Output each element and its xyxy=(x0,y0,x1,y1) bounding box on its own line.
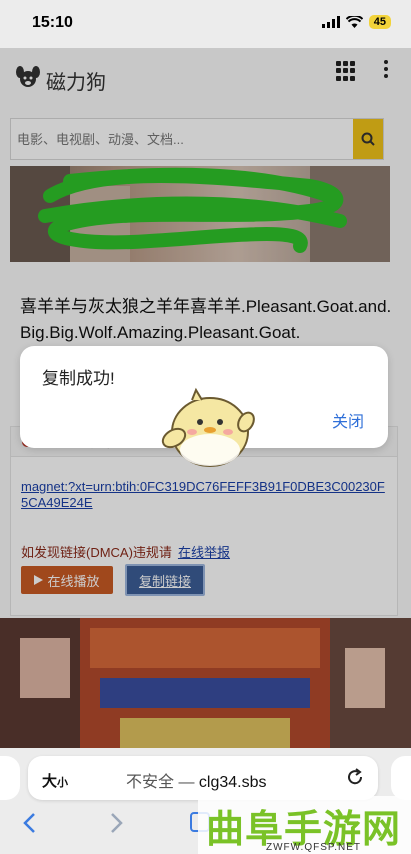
status-time: 15:10 xyxy=(32,14,73,31)
page-settings-label: 大 xyxy=(42,773,58,790)
dialog-close-button[interactable]: 关闭 xyxy=(332,408,364,432)
battery-indicator: 45 xyxy=(368,15,391,29)
watermark-subtitle: ZWFW.QFSP.NET xyxy=(266,842,362,853)
reload-icon[interactable] xyxy=(346,768,364,786)
insecure-label: 不安全 — xyxy=(126,774,195,791)
next-tab-preview[interactable] xyxy=(391,756,411,800)
site-watermark: 曲阜手游网 ZWFW.QFSP.NET xyxy=(198,796,411,854)
status-icons: 45 xyxy=(321,15,391,29)
domain-label: clg34.sbs xyxy=(198,774,267,791)
previous-tab-preview[interactable] xyxy=(0,756,20,800)
wifi-icon xyxy=(345,16,363,28)
chick-mascot-image xyxy=(161,387,255,467)
url-display[interactable]: 不安全 — clg34.sbs xyxy=(126,768,267,792)
address-bar[interactable]: 大小 不安全 — clg34.sbs xyxy=(28,756,378,800)
dialog-message: 复制成功! xyxy=(42,369,115,388)
forward-icon[interactable] xyxy=(110,812,124,834)
page-settings-button[interactable]: 大小 xyxy=(42,770,68,791)
status-bar: 15:10 45 xyxy=(0,0,411,48)
signal-icon xyxy=(321,16,340,28)
page-settings-small-label: 小 xyxy=(57,777,69,789)
back-icon[interactable] xyxy=(22,812,36,834)
